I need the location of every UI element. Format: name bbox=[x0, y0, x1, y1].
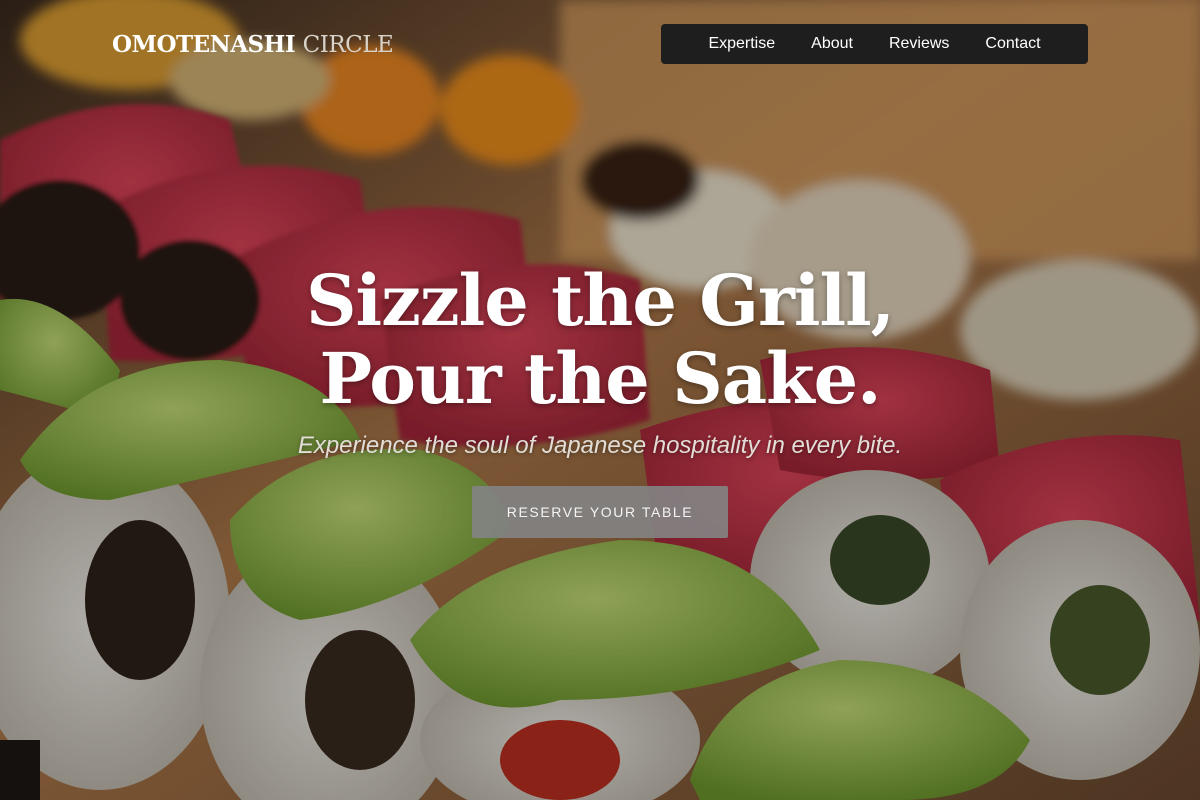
brand-name-primary: OMOTENASHI bbox=[112, 31, 296, 58]
brand-logo[interactable]: OMOTENASHI CIRCLE bbox=[112, 31, 394, 58]
main-nav: Expertise About Reviews Contact bbox=[661, 24, 1088, 64]
nav-link-contact[interactable]: Contact bbox=[967, 24, 1058, 64]
hero-subtitle: Experience the soul of Japanese hospital… bbox=[297, 432, 903, 459]
hero-title-line-1: Sizzle the Grill, bbox=[305, 259, 895, 342]
reserve-table-button[interactable]: RESERVE YOUR TABLE bbox=[472, 486, 728, 538]
nav-link-reviews[interactable]: Reviews bbox=[871, 24, 967, 64]
hero-content: Sizzle the Grill, Pour the Sake. Experie… bbox=[0, 262, 1200, 460]
hero-title: Sizzle the Grill, Pour the Sake. bbox=[0, 262, 1200, 418]
nav-link-about[interactable]: About bbox=[793, 24, 871, 64]
nav-link-expertise[interactable]: Expertise bbox=[690, 24, 793, 64]
hero-title-line-2: Pour the Sake. bbox=[319, 337, 881, 420]
brand-name-secondary: CIRCLE bbox=[302, 32, 394, 58]
